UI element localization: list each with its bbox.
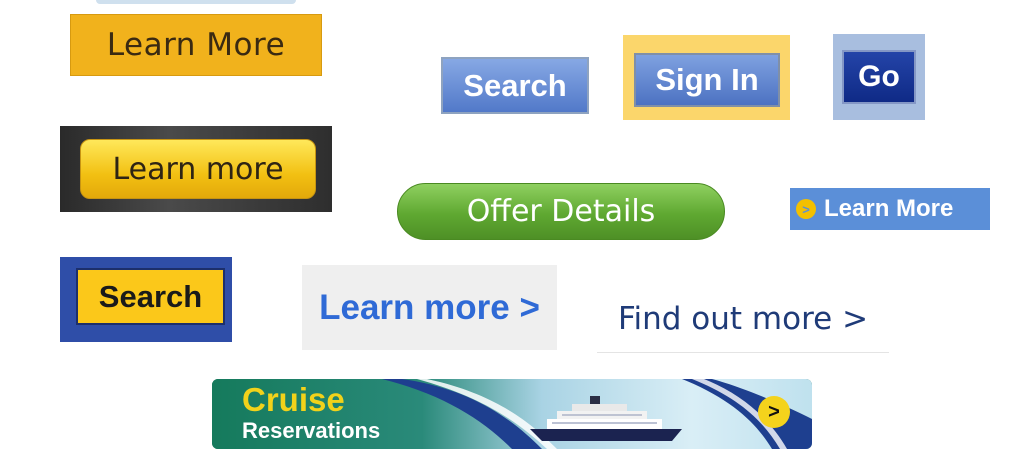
banner-subtitle: Reservations: [242, 418, 381, 443]
search-yellow-label: Search: [98, 278, 203, 314]
learn-more-gold-label: Learn More: [106, 27, 286, 63]
circle-chevron-right-icon: >: [796, 199, 816, 219]
search-blue-button[interactable]: Search: [441, 57, 589, 114]
sign-in-label: Sign In: [655, 62, 759, 97]
find-out-more-link[interactable]: Find out more >: [597, 285, 889, 353]
learn-more-blue-label: Learn More: [824, 195, 954, 222]
learn-more-blue-button[interactable]: > Learn More: [790, 188, 990, 230]
top-edge-fragment: [96, 0, 296, 4]
search-yellow-button[interactable]: Search: [76, 268, 225, 325]
circle-chevron-right-icon[interactable]: >: [758, 396, 790, 428]
learn-more-gold-button[interactable]: Learn More: [70, 14, 322, 76]
sign-in-button[interactable]: Sign In: [634, 53, 780, 107]
go-button[interactable]: Go: [842, 50, 916, 104]
learn-more-dark-button[interactable]: Learn more: [80, 139, 316, 199]
go-label: Go: [858, 60, 900, 93]
learn-more-link-label: Learn more >: [319, 287, 540, 327]
cruise-reservations-banner[interactable]: Cruise Reservations >: [212, 379, 812, 449]
search-blue-label: Search: [463, 67, 567, 103]
find-out-more-label: Find out more >: [617, 300, 869, 337]
offer-details-label: Offer Details: [466, 194, 656, 229]
offer-details-button[interactable]: Offer Details: [397, 183, 725, 240]
learn-more-link-button[interactable]: Learn more >: [302, 265, 557, 350]
learn-more-dark-label: Learn more: [112, 151, 284, 187]
banner-title: Cruise: [242, 381, 345, 418]
